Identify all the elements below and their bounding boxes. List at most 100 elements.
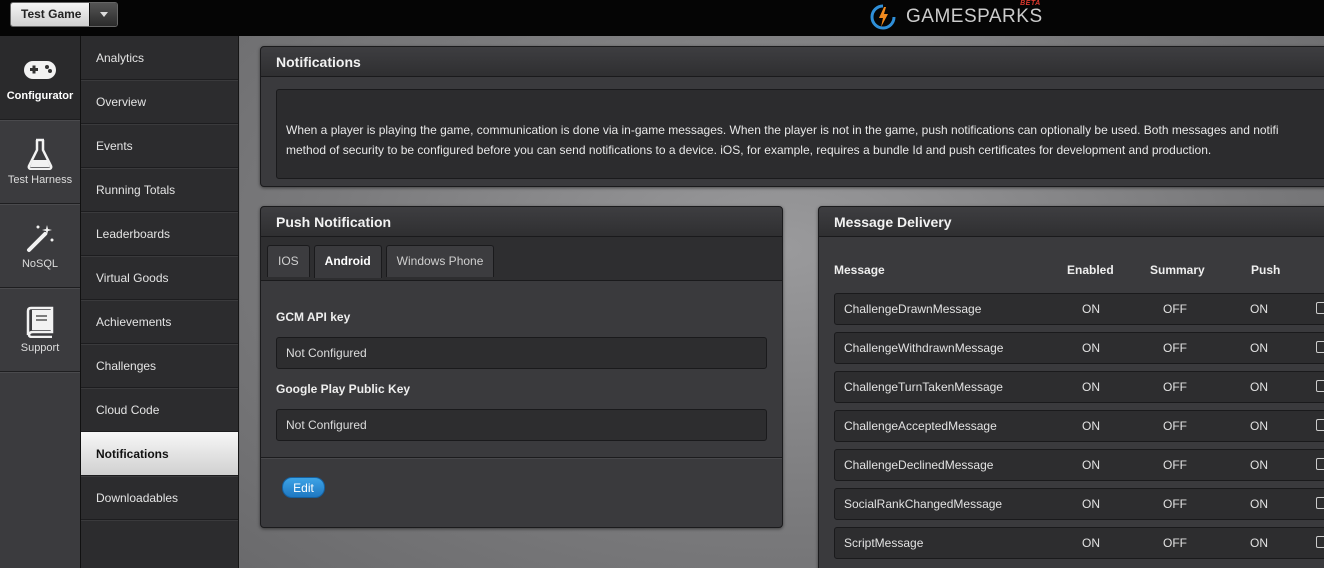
- row-push: ON: [1250, 419, 1268, 433]
- beta-badge: BETA: [1020, 0, 1041, 7]
- magic-wand-icon: [25, 218, 55, 258]
- row-push: ON: [1250, 458, 1268, 472]
- message-delivery-panel: Message Delivery Message Enabled Summary…: [818, 206, 1324, 568]
- row-message: ChallengeTurnTakenMessage: [844, 380, 1003, 394]
- row-enabled: ON: [1082, 458, 1100, 472]
- book-icon: [25, 302, 55, 342]
- gcm-api-key-label: GCM API key: [276, 310, 351, 324]
- nav-item-notifications[interactable]: Notifications: [81, 432, 238, 476]
- platform-tabs: IOS Android Windows Phone: [261, 237, 782, 281]
- rail-item-label: Test Harness: [7, 174, 73, 186]
- table-row: ChallengeDeclinedMessage ON OFF ON: [834, 449, 1324, 481]
- description-line-1: When a player is playing the game, commu…: [286, 123, 1279, 137]
- rail-item-label: NoSQL: [21, 258, 59, 270]
- game-name[interactable]: Test Game: [11, 3, 89, 26]
- edit-row-icon[interactable]: [1316, 380, 1324, 392]
- column-message: Message: [834, 263, 885, 277]
- lightning-logo-icon: [870, 4, 896, 30]
- table-row: ChallengeWithdrawnMessage ON OFF ON: [834, 332, 1324, 364]
- nav-item-events[interactable]: Events: [81, 124, 238, 168]
- gcm-api-key-field: Not Configured: [276, 337, 767, 369]
- edit-row-icon[interactable]: [1316, 419, 1324, 431]
- nav-item-virtual-goods[interactable]: Virtual Goods: [81, 256, 238, 300]
- row-summary: OFF: [1163, 419, 1187, 433]
- column-summary: Summary: [1150, 263, 1205, 277]
- edit-row-icon[interactable]: [1316, 302, 1324, 314]
- main-rail: Configurator Test Harness NoSQL Support: [0, 36, 81, 568]
- row-enabled: ON: [1082, 302, 1100, 316]
- row-summary: OFF: [1163, 458, 1187, 472]
- row-enabled: ON: [1082, 419, 1100, 433]
- rail-item-test-harness[interactable]: Test Harness: [0, 120, 80, 204]
- row-message: ScriptMessage: [844, 536, 924, 550]
- gamesparks-logo: GAMESPARKS BETA: [870, 0, 1043, 32]
- delivery-panel-title: Message Delivery: [819, 207, 1324, 237]
- logo-text: GAMESPARKS: [906, 6, 1043, 27]
- row-summary: OFF: [1163, 302, 1187, 316]
- rail-item-label: Support: [20, 342, 60, 354]
- row-message: ChallengeAcceptedMessage: [844, 419, 997, 433]
- edit-row-icon[interactable]: [1316, 536, 1324, 548]
- rail-item-support[interactable]: Support: [0, 288, 80, 372]
- google-play-key-label: Google Play Public Key: [276, 382, 411, 396]
- row-summary: OFF: [1163, 497, 1187, 511]
- row-message: ChallengeDrawnMessage: [844, 302, 982, 316]
- row-enabled: ON: [1082, 380, 1100, 394]
- row-enabled: ON: [1082, 497, 1100, 511]
- row-push: ON: [1250, 341, 1268, 355]
- edit-button[interactable]: Edit: [282, 477, 325, 498]
- row-summary: OFF: [1163, 341, 1187, 355]
- description-line-2: method of security to be configured befo…: [286, 143, 1212, 157]
- edit-row-icon[interactable]: [1316, 458, 1324, 470]
- gamepad-icon: [23, 50, 57, 90]
- rail-item-label: Configurator: [6, 90, 74, 102]
- tab-android[interactable]: Android: [313, 245, 382, 278]
- main-content: Notifications When a player is playing t…: [240, 36, 1324, 568]
- nav-item-cloud-code[interactable]: Cloud Code: [81, 388, 238, 432]
- nav-item-achievements[interactable]: Achievements: [81, 300, 238, 344]
- logo-wordmark: GAMESPARKS BETA: [906, 0, 1043, 28]
- row-summary: OFF: [1163, 536, 1187, 550]
- tab-ios[interactable]: IOS: [267, 245, 310, 277]
- row-message: ChallengeWithdrawnMessage: [844, 341, 1004, 355]
- push-panel-title: Push Notification: [261, 207, 782, 237]
- tab-windows-phone[interactable]: Windows Phone: [385, 245, 495, 277]
- flask-icon: [26, 134, 54, 174]
- column-enabled: Enabled: [1067, 263, 1114, 277]
- table-row: SocialRankChangedMessage ON OFF ON: [834, 488, 1324, 520]
- nav-item-downloadables[interactable]: Downloadables: [81, 476, 238, 520]
- nav-item-running-totals[interactable]: Running Totals: [81, 168, 238, 212]
- nav-item-analytics[interactable]: Analytics: [81, 36, 238, 80]
- nav-item-challenges[interactable]: Challenges: [81, 344, 238, 388]
- nav-item-leaderboards[interactable]: Leaderboards: [81, 212, 238, 256]
- table-row: ChallengeAcceptedMessage ON OFF ON: [834, 410, 1324, 442]
- row-enabled: ON: [1082, 341, 1100, 355]
- game-dropdown-button[interactable]: [89, 3, 117, 26]
- google-play-key-field: Not Configured: [276, 409, 767, 441]
- row-summary: OFF: [1163, 380, 1187, 394]
- nav-item-overview[interactable]: Overview: [81, 80, 238, 124]
- row-message: ChallengeDeclinedMessage: [844, 458, 994, 472]
- divider: [261, 457, 782, 458]
- row-push: ON: [1250, 497, 1268, 511]
- push-notification-panel: Push Notification IOS Android Windows Ph…: [260, 206, 783, 528]
- game-selector[interactable]: Test Game: [10, 2, 118, 27]
- page-title: Notifications: [261, 47, 1324, 77]
- top-bar: Test Game GAMESPARKS BETA: [0, 0, 1324, 36]
- delivery-table-header: Message Enabled Summary Push: [819, 263, 1324, 279]
- row-push: ON: [1250, 536, 1268, 550]
- row-push: ON: [1250, 380, 1268, 394]
- notifications-panel: Notifications When a player is playing t…: [260, 46, 1324, 187]
- rail-item-configurator[interactable]: Configurator: [0, 36, 80, 120]
- edit-row-icon[interactable]: [1316, 341, 1324, 353]
- row-push: ON: [1250, 302, 1268, 316]
- notifications-description: When a player is playing the game, commu…: [276, 89, 1324, 179]
- caret-down-icon: [99, 12, 108, 17]
- configurator-subnav: Analytics Overview Events Running Totals…: [81, 36, 239, 568]
- edit-row-icon[interactable]: [1316, 497, 1324, 509]
- rail-item-nosql[interactable]: NoSQL: [0, 204, 80, 288]
- column-push: Push: [1251, 263, 1281, 277]
- table-row: ScriptMessage ON OFF ON: [834, 527, 1324, 559]
- table-row: ChallengeDrawnMessage ON OFF ON: [834, 293, 1324, 325]
- table-row: ChallengeTurnTakenMessage ON OFF ON: [834, 371, 1324, 403]
